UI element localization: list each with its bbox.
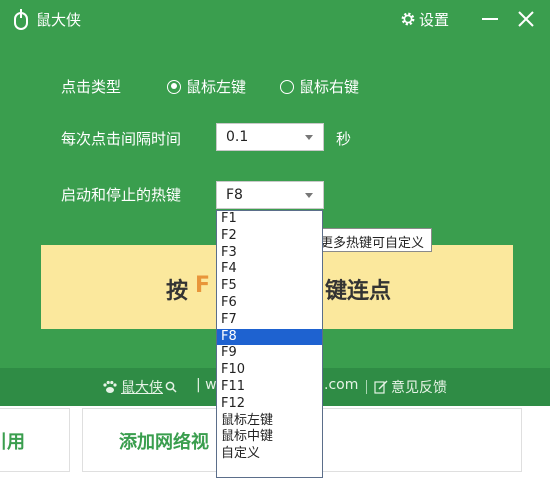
dropdown-option[interactable]: F11 (217, 379, 322, 396)
dropdown-option[interactable]: F4 (217, 261, 322, 278)
mouse-logo-icon (14, 9, 28, 30)
dropdown-option[interactable]: F12 (217, 396, 322, 413)
click-type-label: 点击类型 (61, 78, 122, 96)
tab-add-network-video-label: 添加网络视 (119, 432, 209, 453)
minimize-icon[interactable] (479, 8, 501, 30)
start-button-prefix: 按 (166, 279, 189, 304)
settings-label: 设置 (419, 10, 450, 29)
footer-url-start[interactable]: | w (196, 377, 217, 393)
footer-brand-link[interactable]: 鼠大侠 (102, 377, 177, 397)
radio-right-button[interactable]: 鼠标右键 (280, 76, 359, 97)
dropdown-option[interactable]: F6 (217, 295, 322, 312)
tab-reference[interactable]: 引用 (0, 408, 70, 472)
dropdown-option[interactable]: F2 (217, 228, 322, 245)
footer-url-end[interactable]: .com (324, 377, 358, 393)
hotkey-value: F8 (226, 187, 243, 203)
hotkey-label: 启动和停止的热键 (61, 186, 182, 204)
interval-label: 每次点击间隔时间 (61, 130, 182, 148)
chevron-down-icon (305, 135, 313, 140)
hotkey-dropdown-list[interactable]: F1 F2 F3 F4 F5 F6 F7 F8 F9 F10 F11 F12 鼠… (216, 210, 323, 478)
hotkey-select[interactable]: F8 (216, 181, 324, 209)
hotkey-tooltip: 更多热键可自定义 (312, 228, 433, 252)
dropdown-option[interactable]: 鼠标左键 (217, 413, 322, 430)
settings-button[interactable]: 设置 (400, 9, 449, 29)
dropdown-option[interactable]: F1 (217, 211, 322, 228)
radio-right-label: 鼠标右键 (299, 78, 360, 96)
start-button-suffix: 键连点 (325, 279, 392, 304)
radio-left-label: 鼠标左键 (186, 78, 247, 96)
footer-brand-label: 鼠大侠 (121, 380, 163, 396)
interval-select[interactable]: 0.1 (216, 123, 324, 151)
close-icon[interactable] (515, 8, 537, 30)
feedback-label: 意见反馈 (391, 380, 447, 396)
dropdown-option[interactable]: F3 (217, 245, 322, 262)
dropdown-option-selected[interactable]: F8 (217, 328, 322, 346)
edit-icon (374, 380, 388, 394)
dropdown-option[interactable]: F5 (217, 278, 322, 295)
gear-icon (401, 12, 415, 26)
dropdown-option[interactable]: F9 (217, 345, 322, 362)
tab-reference-label: 引用 (0, 432, 25, 453)
dropdown-option[interactable]: 自定义 (217, 446, 322, 463)
title-bar: 鼠大侠 设置 (0, 0, 550, 38)
footer-divider (366, 380, 367, 394)
chevron-down-icon (305, 193, 313, 198)
paw-icon (103, 380, 117, 393)
radio-unchecked-icon (280, 79, 294, 94)
radio-left-button[interactable]: 鼠标左键 (167, 76, 246, 97)
start-button-key: F (195, 273, 211, 298)
search-icon (165, 381, 177, 393)
dropdown-option[interactable]: F10 (217, 362, 322, 379)
feedback-link[interactable]: 意见反馈 (374, 377, 447, 397)
dropdown-option[interactable]: F7 (217, 312, 322, 329)
radio-checked-icon (167, 79, 181, 94)
interval-value: 0.1 (226, 129, 249, 145)
dropdown-option[interactable]: 鼠标中键 (217, 429, 322, 446)
interval-unit: 秒 (336, 130, 352, 148)
app-title: 鼠大侠 (36, 11, 82, 29)
